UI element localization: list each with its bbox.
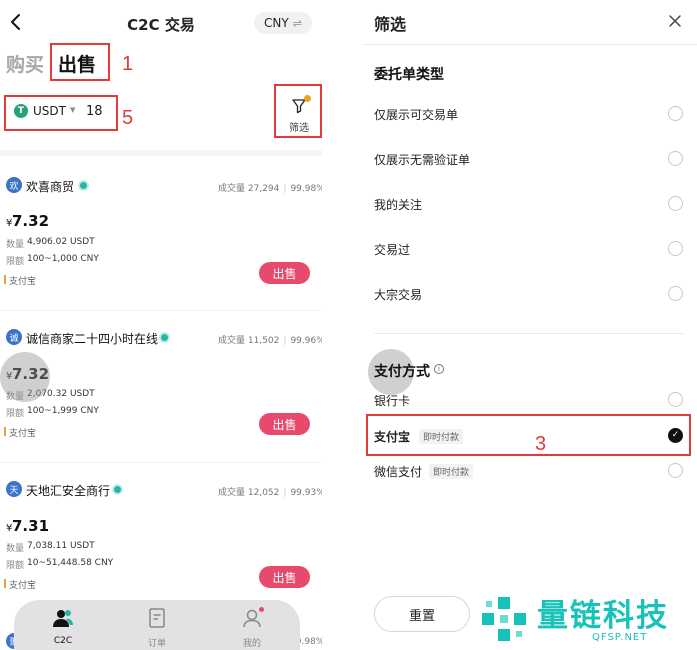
limit-label: 限额: [6, 257, 25, 267]
annotation-box-3: [366, 414, 691, 456]
payment-marker: [4, 427, 6, 436]
sell-button[interactable]: 出售: [259, 566, 310, 588]
verified-badge-icon: [78, 180, 89, 191]
payment-marker: [4, 579, 6, 588]
limit-value: 100~1,999 CNY: [27, 406, 99, 416]
radio-wechat-pay[interactable]: [668, 463, 683, 478]
card-divider: [0, 310, 322, 311]
verified-badge-icon: [159, 332, 170, 343]
instant-pay-tag: 即时付款: [429, 464, 474, 479]
header-divider: [362, 44, 697, 45]
filter-panel: 筛选 委托单类型 仅展示可交易单 仅展示无需验证单 我的关注 交易过 大宗交易 …: [362, 0, 697, 650]
merchant-card: 诚 诚信商家二十四小时在线 成交量 11,502 | 99.96% ¥ 7.32 数…: [0, 321, 322, 471]
order-type-heading: 委托单类型: [374, 67, 444, 83]
merchant-name[interactable]: 天地汇安全商行: [26, 482, 110, 499]
option-my-follows[interactable]: 我的关注: [374, 196, 422, 213]
option-traded-before[interactable]: 交易过: [374, 241, 410, 258]
card-divider: [0, 462, 322, 463]
watermark-domain: QFSP.NET: [592, 632, 648, 643]
annotation-number: 1: [122, 53, 134, 75]
limit-value: 100~1,000 CNY: [27, 254, 99, 264]
filter-title: 筛选: [374, 15, 407, 34]
payment-method: 支付宝: [9, 429, 37, 439]
radio-block-trade[interactable]: [668, 286, 683, 301]
radio-no-verification[interactable]: [668, 151, 683, 166]
quantity-label: 数量: [6, 544, 25, 554]
tab-sell[interactable]: 出售: [58, 50, 96, 77]
quantity-value: 4,906.02 USDT: [27, 237, 95, 247]
tab-buy[interactable]: 购买: [6, 50, 44, 77]
limit-value: 10~51,448.58 CNY: [27, 558, 114, 568]
info-icon[interactable]: i: [434, 364, 444, 374]
verified-badge-icon: [112, 484, 123, 495]
section-divider: [374, 333, 684, 334]
section-divider: [0, 150, 322, 156]
nav-orders[interactable]: 订单: [127, 606, 187, 649]
annotation-box-2: [274, 84, 322, 138]
merchant-stats: 成交量 12,052 | 99.93%: [218, 488, 322, 498]
currency-selector[interactable]: CNY ⇌: [254, 12, 312, 34]
radio-tradable-only[interactable]: [668, 106, 683, 121]
quantity-value: 7,038.11 USDT: [27, 541, 95, 551]
touch-indicator: [0, 352, 50, 402]
option-bank-card[interactable]: 银行卡: [374, 392, 410, 409]
notification-dot: [259, 607, 264, 612]
price: 7.32: [12, 212, 50, 230]
payment-marker: [4, 275, 6, 284]
radio-my-follows[interactable]: [668, 196, 683, 211]
close-icon[interactable]: [667, 13, 683, 29]
bottom-nav: C2C 订单 我的: [14, 600, 300, 650]
watermark-logo-icon: [482, 597, 526, 641]
quantity-label: 数量: [6, 240, 25, 250]
nav-label: 订单: [147, 639, 166, 649]
reset-button[interactable]: 重置: [374, 596, 470, 632]
radio-bank-card[interactable]: [668, 392, 683, 407]
watermark-brand: 量链科技: [537, 598, 669, 634]
people-icon: [53, 610, 73, 627]
merchant-stats: 成交量 11,502 | 99.96%: [218, 336, 322, 346]
merchant-stats: 成交量 27,294 | 99.98%: [218, 184, 322, 194]
nav-label: C2C: [53, 636, 73, 646]
merchant-avatar: 诚: [6, 329, 22, 345]
option-wechat-pay[interactable]: 微信支付: [374, 463, 422, 480]
merchant-avatar: 天: [6, 481, 22, 497]
swap-icon: ⇌: [292, 16, 302, 30]
payment-method: 支付宝: [9, 581, 37, 591]
payment-method-heading: 支付方式: [374, 364, 430, 380]
radio-traded-before[interactable]: [668, 241, 683, 256]
c2c-trade-screen: C2C 交易 CNY ⇌ 购买 出售 1 T USDT ▼ 18 5 筛选 2 …: [0, 0, 322, 650]
merchant-avatar: 欢: [6, 177, 22, 193]
limit-label: 限额: [6, 409, 25, 419]
sell-button[interactable]: 出售: [259, 262, 310, 284]
merchant-card: 欢 欢喜商贸 成交量 27,294 | 99.98% ¥ 7.32 数量 4,906…: [0, 170, 322, 320]
nav-label: 我的: [242, 639, 261, 649]
option-block-trade[interactable]: 大宗交易: [374, 286, 422, 303]
currency-label: CNY: [264, 16, 289, 30]
nav-profile[interactable]: 我的: [222, 606, 282, 649]
option-no-verification[interactable]: 仅展示无需验证单: [374, 151, 470, 168]
annotation-number: 5: [122, 107, 134, 129]
price: 7.31: [12, 517, 50, 535]
annotation-box-5: [4, 95, 118, 131]
order-icon: [149, 608, 165, 628]
sell-button[interactable]: 出售: [259, 413, 310, 435]
merchant-name[interactable]: 欢喜商贸: [26, 178, 74, 195]
limit-label: 限额: [6, 561, 25, 571]
nav-c2c[interactable]: C2C: [33, 606, 93, 646]
merchant-name[interactable]: 诚信商家二十四小时在线: [26, 330, 158, 347]
annotation-number: 3: [535, 433, 547, 455]
option-tradable-only[interactable]: 仅展示可交易单: [374, 106, 458, 123]
payment-method: 支付宝: [9, 277, 37, 287]
